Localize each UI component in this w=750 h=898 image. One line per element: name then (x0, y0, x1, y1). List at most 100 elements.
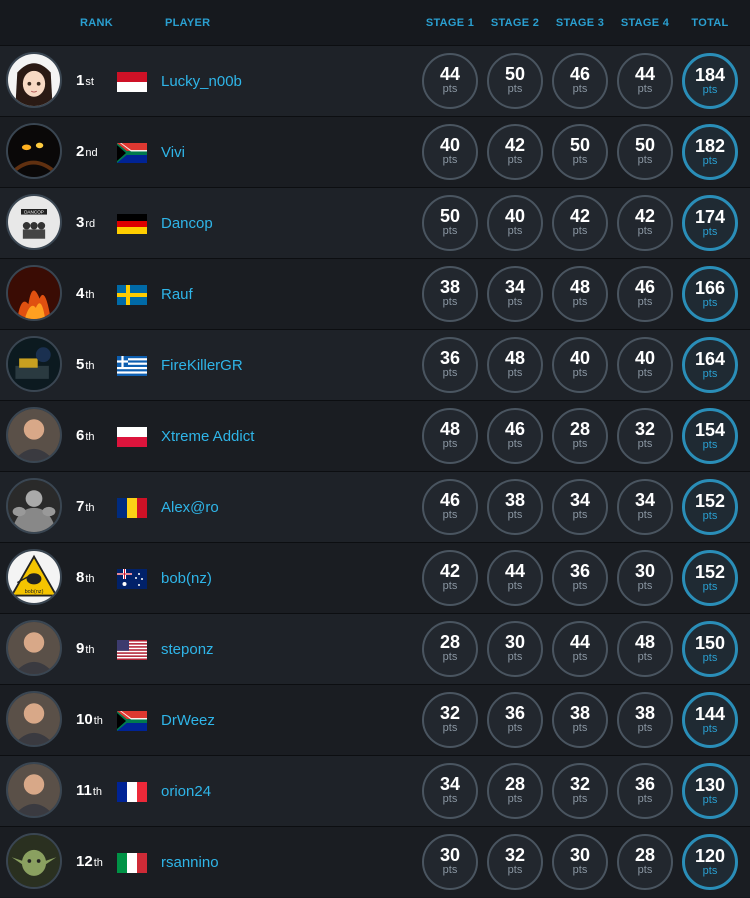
header-stage2: STAGE 2 (490, 17, 540, 29)
score-value: 34 (439, 774, 461, 794)
player-name-link[interactable]: Dancop (161, 215, 213, 232)
hardware-avatar[interactable] (6, 336, 62, 392)
rank-number: 11 (76, 782, 92, 799)
kiwi-sign-avatar[interactable]: bob(nz) (6, 549, 62, 605)
score-value: 30 (439, 845, 461, 865)
rank-number: 5 (76, 356, 85, 373)
poland-flag (117, 427, 147, 447)
total-unit: pts (702, 226, 718, 238)
total-unit: pts (702, 581, 718, 593)
total-unit: pts (702, 155, 718, 167)
stage4-score: 34 pts (617, 479, 673, 535)
total-score: 154 pts (682, 408, 738, 464)
person-photo-avatar[interactable] (6, 620, 62, 676)
france-flag (117, 782, 147, 802)
rank-suffix: st (85, 76, 94, 88)
total-score: 182 pts (682, 124, 738, 180)
avatar-caption: bob(nz) (25, 589, 44, 595)
south-africa-flag (117, 143, 147, 163)
total-unit: pts (702, 84, 718, 96)
rank-label: 2nd (76, 143, 98, 160)
score-unit: pts (572, 509, 588, 521)
stage4-score: 38 pts (617, 692, 673, 748)
score-value: 42 (569, 206, 591, 226)
score-unit: pts (637, 225, 653, 237)
score-value: 42 (439, 561, 461, 581)
player-name-link[interactable]: bob(nz) (161, 570, 212, 587)
fire-avatar[interactable] (6, 265, 62, 321)
rank-label: 7th (76, 498, 95, 515)
player-name-link[interactable]: rsannino (161, 854, 219, 871)
stage3-score: 46 pts (552, 53, 608, 109)
dancop-logo-avatar[interactable]: DANCOP (6, 194, 62, 250)
stage3-score: 34 pts (552, 479, 608, 535)
person-photo-avatar[interactable] (6, 762, 62, 818)
stage4-score: 28 pts (617, 834, 673, 890)
player-name-link[interactable]: orion24 (161, 783, 211, 800)
score-unit: pts (442, 438, 458, 450)
score-value: 28 (439, 632, 461, 652)
score-unit: pts (442, 367, 458, 379)
score-unit: pts (442, 296, 458, 308)
total-score: 144 pts (682, 692, 738, 748)
score-value: 42 (634, 206, 656, 226)
score-unit: pts (442, 83, 458, 95)
score-unit: pts (572, 864, 588, 876)
stage3-score: 30 pts (552, 834, 608, 890)
score-value: 50 (569, 135, 591, 155)
total-score: 152 pts (682, 479, 738, 535)
score-value: 40 (439, 135, 461, 155)
stage1-score: 30 pts (422, 834, 478, 890)
score-unit: pts (637, 509, 653, 521)
score-value: 48 (504, 348, 526, 368)
total-value: 152 (694, 562, 726, 582)
stage1-score: 36 pts (422, 337, 478, 393)
total-value: 120 (694, 846, 726, 866)
total-value: 150 (694, 633, 726, 653)
person-photo-avatar[interactable] (6, 691, 62, 747)
player-name-link[interactable]: Vivi (161, 144, 185, 161)
player-name-link[interactable]: steponz (161, 641, 214, 658)
stage1-score: 44 pts (422, 53, 478, 109)
player-name-link[interactable]: FireKillerGR (161, 357, 243, 374)
leaderboard-row: DANCOP 3rd Dancop 50 pts 40 pts 42 pts 42 pts 174 pt… (0, 187, 750, 258)
player-name-link[interactable]: Lucky_n00b (161, 73, 242, 90)
score-unit: pts (572, 225, 588, 237)
rank-label: 4th (76, 285, 95, 302)
stage1-score: 50 pts (422, 195, 478, 251)
rank-label: 11th (76, 782, 102, 799)
bodybuilder-avatar[interactable] (6, 478, 62, 534)
score-unit: pts (637, 651, 653, 663)
stage2-score: 42 pts (487, 124, 543, 180)
leaderboard-rows: 1st Lucky_n00b 44 pts 50 pts 46 pts 44 pts 184 pts 2… (0, 45, 750, 897)
score-value: 28 (569, 419, 591, 439)
player-name-link[interactable]: Xtreme Addict (161, 428, 254, 445)
score-value: 48 (569, 277, 591, 297)
rank-number: 7 (76, 498, 85, 515)
leaderboard-row: 12th rsannino 30 pts 32 pts 30 pts 28 pts 120 pts (0, 826, 750, 897)
score-value: 34 (634, 490, 656, 510)
score-unit: pts (507, 722, 523, 734)
total-value: 164 (694, 349, 726, 369)
score-value: 38 (439, 277, 461, 297)
stage4-score: 48 pts (617, 621, 673, 677)
anime-girl-avatar[interactable] (6, 52, 62, 108)
stage1-score: 40 pts (422, 124, 478, 180)
player-name-link[interactable]: DrWeez (161, 712, 215, 729)
total-unit: pts (702, 652, 718, 664)
rank-number: 9 (76, 640, 85, 657)
score-unit: pts (637, 438, 653, 450)
person-photo-avatar[interactable] (6, 407, 62, 463)
player-name-link[interactable]: Alex@ro (161, 499, 219, 516)
stage4-score: 32 pts (617, 408, 673, 464)
score-value: 38 (569, 703, 591, 723)
score-unit: pts (572, 580, 588, 592)
player-name-link[interactable]: Rauf (161, 286, 193, 303)
dark-character-avatar[interactable] (6, 123, 62, 179)
rank-label: 6th (76, 427, 95, 444)
score-unit: pts (442, 225, 458, 237)
rank-suffix: th (85, 502, 95, 514)
rank-number: 4 (76, 285, 85, 302)
yoda-avatar[interactable] (6, 833, 62, 889)
score-unit: pts (442, 651, 458, 663)
